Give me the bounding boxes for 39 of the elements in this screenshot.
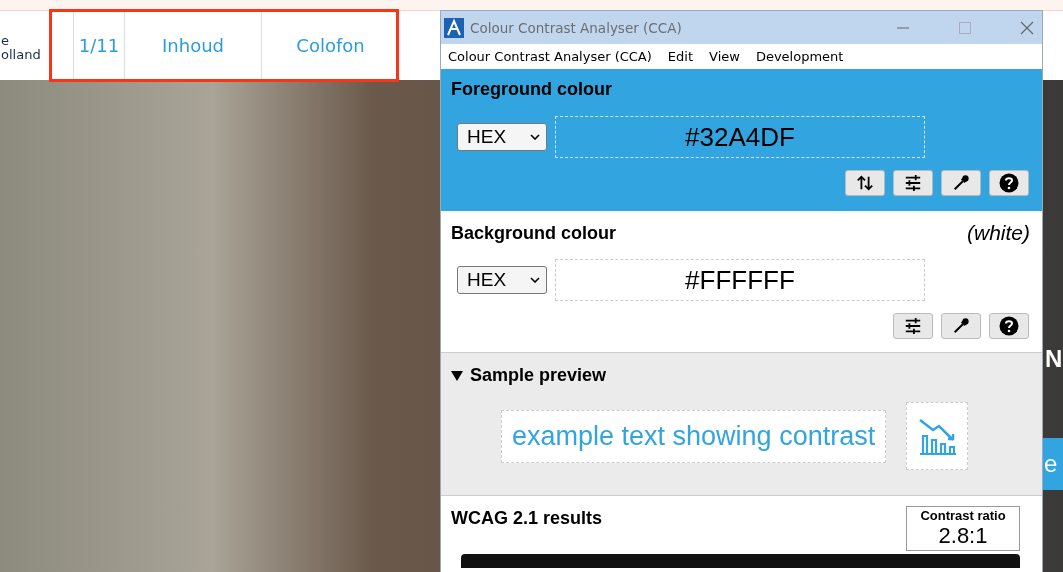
- help-button[interactable]: [989, 313, 1029, 339]
- chevron-down-icon: [530, 277, 540, 283]
- sliders-icon: [903, 174, 923, 192]
- ratio-value: 2.8:1: [938, 523, 988, 549]
- sliders-button[interactable]: [893, 313, 933, 339]
- help-button[interactable]: [989, 170, 1029, 196]
- window-title: Colour Contrast Analyser (CCA): [470, 19, 683, 36]
- app-logo-icon: [444, 17, 464, 38]
- expand-toggle-icon[interactable]: [451, 370, 463, 381]
- banner-text: N: [1045, 345, 1063, 373]
- format-dropdown[interactable]: HEX: [457, 266, 547, 294]
- help-icon: [999, 173, 1019, 193]
- section-heading: Sample preview: [470, 365, 607, 386]
- eyedropper-icon: [952, 317, 970, 335]
- eyedropper-button[interactable]: [941, 313, 981, 339]
- menu-item[interactable]: View: [709, 49, 740, 64]
- close-icon[interactable]: [1020, 20, 1034, 35]
- menu-item[interactable]: Edit: [667, 49, 694, 64]
- menu-item[interactable]: Colour Contrast Analyser (CCA): [448, 49, 652, 64]
- section-heading: Background colour: [451, 222, 616, 244]
- sample-text: example text showing contrast: [501, 409, 887, 463]
- chevron-down-icon: [530, 134, 540, 140]
- help-icon: [999, 316, 1019, 336]
- logo-text: e olland: [0, 31, 42, 62]
- swap-button[interactable]: [845, 170, 885, 196]
- section-heading: Foreground colour: [451, 79, 612, 100]
- colour-name: (white): [967, 221, 1030, 245]
- sliders-button[interactable]: [893, 170, 933, 196]
- format-dropdown[interactable]: HEX: [457, 123, 547, 151]
- colour-input-field[interactable]: #FFFFFF: [555, 259, 925, 301]
- eyedropper-icon: [952, 174, 970, 192]
- colour-input-field[interactable]: #32A4DF: [555, 116, 925, 158]
- section-heading: WCAG 2.1 results: [451, 508, 603, 529]
- eyedropper-button[interactable]: [941, 170, 981, 196]
- sliders-icon: [903, 317, 923, 335]
- bar-chart-icon: [917, 416, 958, 456]
- ratio-label: Contrast ratio: [920, 508, 1006, 523]
- menu-item[interactable]: Development: [755, 49, 844, 64]
- swap-arrows-icon: [856, 174, 874, 192]
